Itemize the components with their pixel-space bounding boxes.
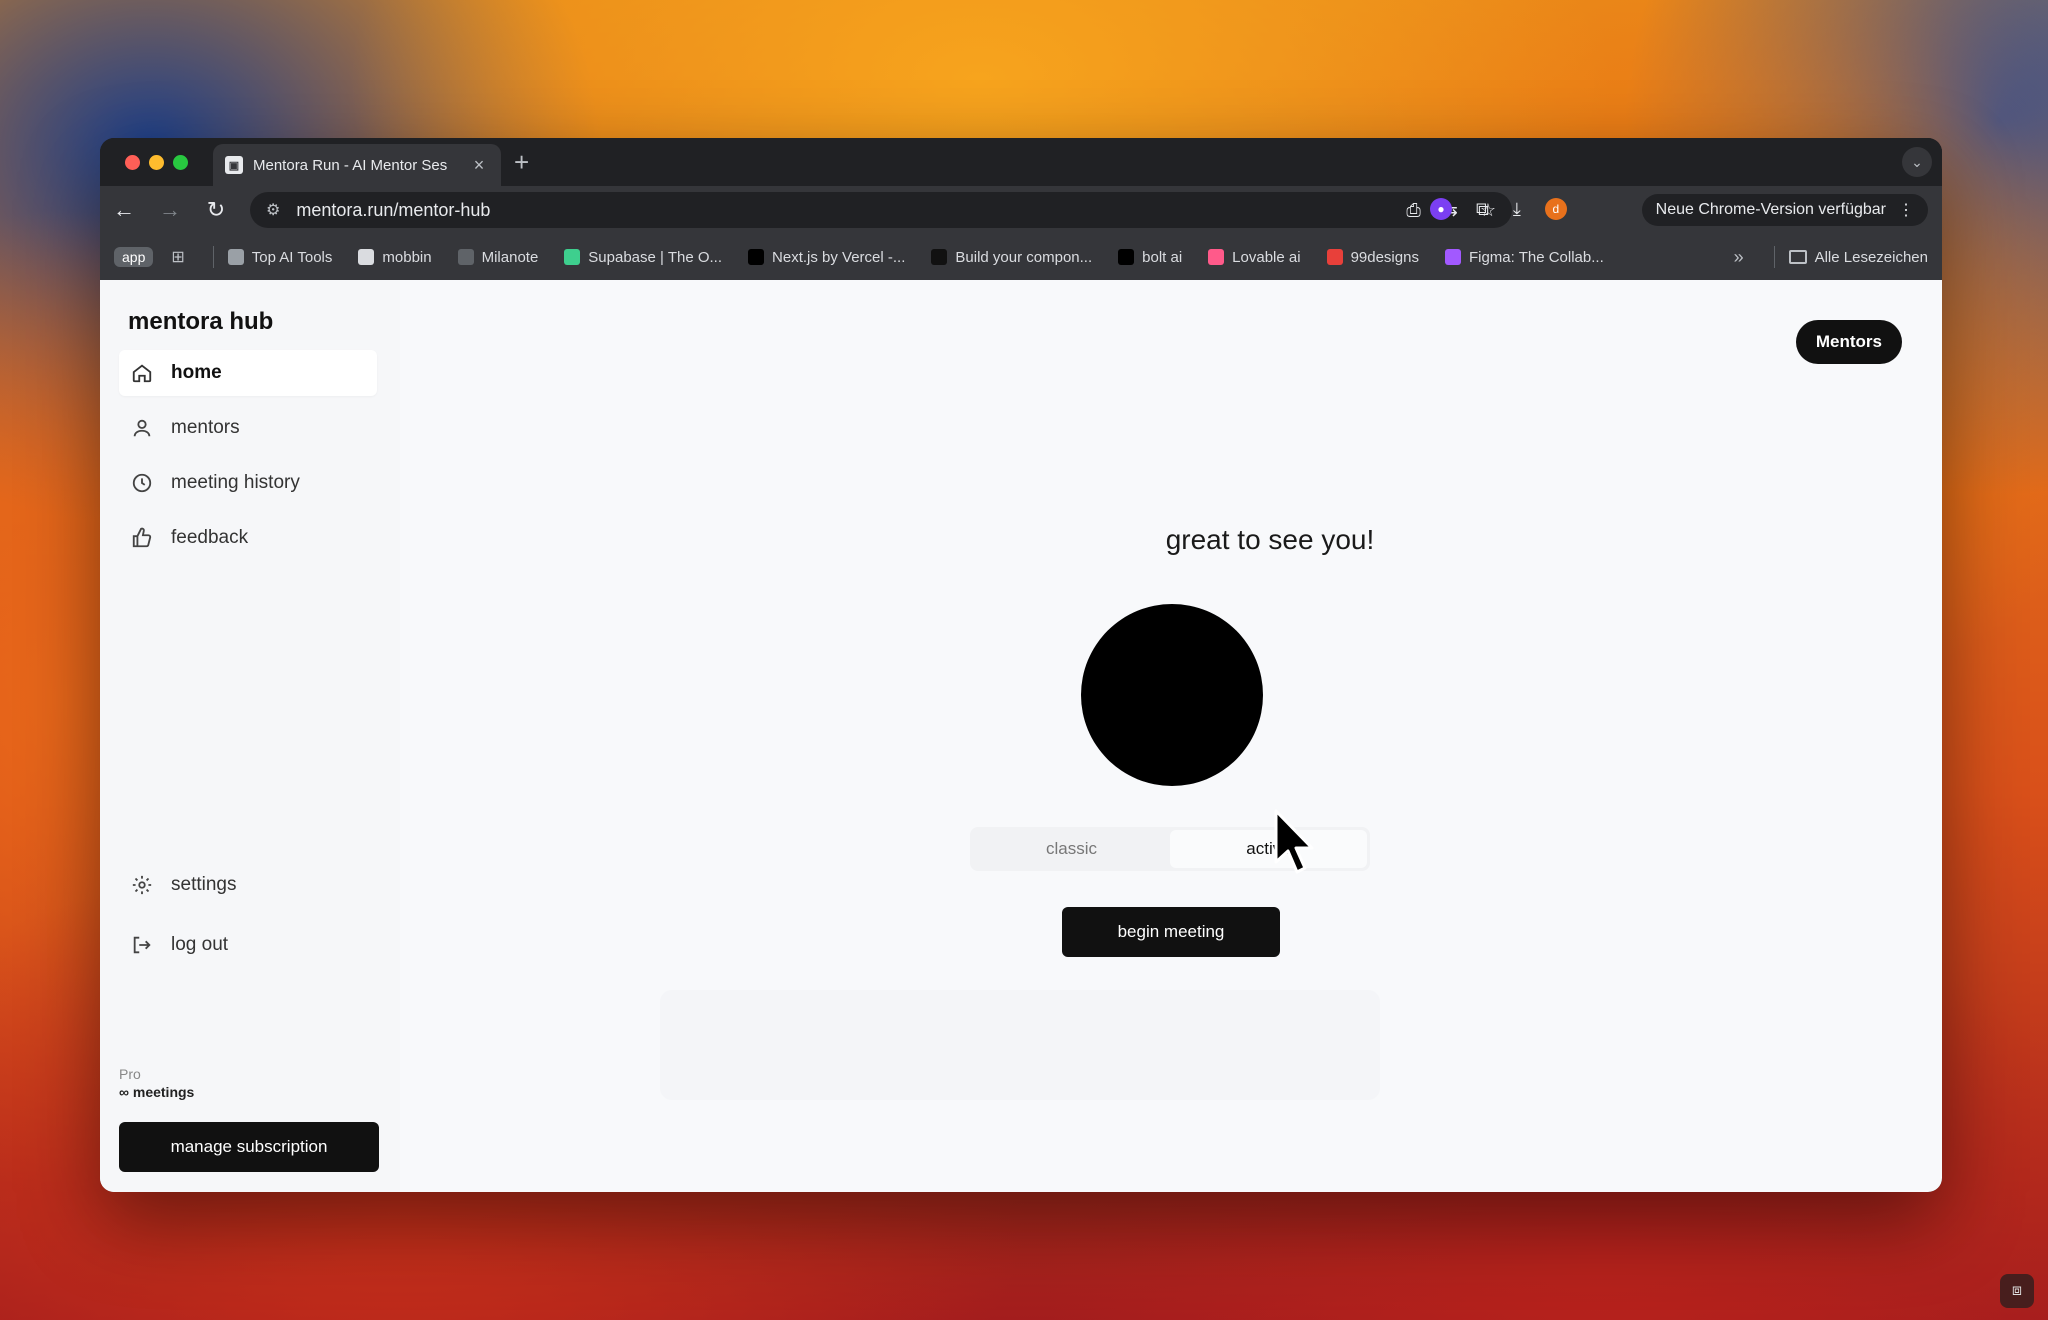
forward-icon[interactable]: → xyxy=(156,196,184,224)
bookmark-item[interactable]: bolt ai xyxy=(1118,249,1182,266)
bookmark-label: Top AI Tools xyxy=(251,248,333,266)
bookmark-label: bolt ai xyxy=(1142,248,1183,266)
sidebar-item-settings[interactable]: settings xyxy=(119,862,377,908)
sidebar-item-label: meeting history xyxy=(171,472,300,493)
bookmark-favicon-icon xyxy=(931,249,948,265)
plan-name: Pro xyxy=(119,1066,141,1082)
begin-meeting-button[interactable]: begin meeting xyxy=(1062,907,1280,957)
bookmark-favicon-icon xyxy=(358,249,375,265)
bookmark-favicon-icon xyxy=(1208,249,1225,265)
bookmark-list: Top AI Tools mobbin Milanote Supabase | The… xyxy=(227,248,1630,266)
greeting-heading: great to see you! xyxy=(1165,524,1375,555)
manage-subscription-button[interactable]: manage subscription xyxy=(119,1122,379,1172)
all-bookmarks-button[interactable]: Alle Lesezeichen xyxy=(1788,248,1928,266)
clock-icon xyxy=(129,470,155,496)
reload-icon[interactable]: ↻ xyxy=(202,196,230,224)
tab-search-icon[interactable]: ⌄ xyxy=(1902,147,1932,177)
sidebar-item-label: feedback xyxy=(171,527,249,548)
user-icon xyxy=(129,415,155,441)
extensions-puzzle-icon[interactable]: ⧉ xyxy=(1476,199,1489,220)
bookmark-item[interactable]: Build your compon... xyxy=(931,249,1092,266)
browser-window: ▣ Mentora Run - AI Mentor Ses × + ⌄ ← → … xyxy=(100,138,1942,1192)
download-icon[interactable]: ⤓ xyxy=(1513,199,1521,220)
bookmark-label: Next.js by Vercel -... xyxy=(772,248,906,266)
all-bookmarks-label: Alle Lesezeichen xyxy=(1814,248,1928,266)
bookmark-label: Lovable ai xyxy=(1232,248,1301,266)
bookmark-favicon-icon xyxy=(1444,249,1461,265)
bookmark-label: mobbin xyxy=(382,248,432,266)
install-app-icon[interactable]: ⎙ xyxy=(1406,200,1420,221)
close-window-button[interactable] xyxy=(125,155,140,170)
apps-grid-icon[interactable]: ⊞ xyxy=(171,247,184,267)
extension-icon[interactable]: ● xyxy=(1430,198,1452,220)
mentor-orb[interactable] xyxy=(1081,604,1263,786)
tab-title: Mentora Run - AI Mentor Ses xyxy=(253,156,448,174)
browser-toolbar: ← → ↻ ⚙ mentora.run/mentor-hub ⎙ ⇆ ☆ ● ⧉… xyxy=(100,186,1942,234)
bookmarks-bar: app ⊞ Top AI Tools mobbin Milanote Supabase… xyxy=(100,234,1942,280)
sidebar-item-mentors[interactable]: mentors xyxy=(119,405,377,451)
bookmarks-overflow-icon[interactable]: » xyxy=(1734,247,1744,268)
new-tab-button[interactable]: + xyxy=(514,148,529,176)
thumbs-up-icon xyxy=(129,525,155,551)
logout-icon xyxy=(129,932,155,958)
bookmark-item[interactable]: Supabase | The O... xyxy=(564,249,722,266)
bookmark-label: Build your compon... xyxy=(955,248,1093,266)
sidebar-item-label: mentors xyxy=(171,417,240,438)
minimize-window-button[interactable] xyxy=(149,155,164,170)
bookmark-app[interactable]: app xyxy=(114,247,154,267)
bookmark-label: Figma: The Collab... xyxy=(1468,248,1604,266)
sidebar: mentora hub home mentors meeting history xyxy=(100,280,400,1192)
bookmark-item[interactable]: 99designs xyxy=(1326,248,1419,266)
update-label: Neue Chrome-Version verfügbar xyxy=(1655,201,1886,218)
url-text: mentora.run/mentor-hub xyxy=(296,199,491,220)
faded-panel xyxy=(660,990,1380,1100)
bookmark-favicon-icon xyxy=(564,249,581,265)
mouse-cursor-icon xyxy=(1274,809,1314,874)
tab-close-icon[interactable]: × xyxy=(469,155,489,176)
bookmark-separator xyxy=(1773,246,1775,268)
sidebar-item-label: log out xyxy=(171,934,229,955)
bookmark-label: Milanote xyxy=(481,248,539,266)
plan-meetings: ∞ meetings xyxy=(119,1084,195,1100)
site-settings-icon[interactable]: ⚙ xyxy=(266,200,280,220)
mentors-button[interactable]: Mentors xyxy=(1795,320,1902,364)
bookmark-item[interactable]: Milanote xyxy=(457,248,539,266)
tab-strip: ▣ Mentora Run - AI Mentor Ses × + ⌄ xyxy=(100,138,1942,186)
brand-title: mentora hub xyxy=(128,308,274,335)
bookmark-item[interactable]: Lovable ai xyxy=(1208,248,1301,266)
bookmark-favicon-icon xyxy=(227,249,244,265)
maximize-window-button[interactable] xyxy=(173,155,188,170)
bookmark-favicon-icon xyxy=(1118,249,1135,265)
page-content: mentora hub home mentors meeting history xyxy=(100,280,1942,1192)
screen-capture-icon[interactable]: ⧈ xyxy=(2000,1274,2034,1308)
back-icon[interactable]: ← xyxy=(110,196,138,224)
sidebar-item-label: home xyxy=(171,362,222,383)
bookmark-item[interactable]: Next.js by Vercel -... xyxy=(748,249,905,266)
folder-icon xyxy=(1788,250,1807,264)
bookmark-label: Supabase | The O... xyxy=(588,248,723,266)
bookmark-item[interactable]: mobbin xyxy=(358,248,432,266)
mode-active[interactable]: active xyxy=(1170,830,1367,868)
bookmark-favicon-icon xyxy=(748,249,765,265)
bookmark-item[interactable]: Top AI Tools xyxy=(227,248,333,266)
bookmark-item[interactable]: Figma: The Collab... xyxy=(1444,248,1604,266)
sidebar-item-home[interactable]: home xyxy=(119,350,377,396)
more-menu-icon[interactable]: ⋮ xyxy=(1898,200,1914,220)
bookmark-label: 99designs xyxy=(1350,248,1419,266)
sidebar-item-feedback[interactable]: feedback xyxy=(119,515,377,561)
tab-favicon-icon: ▣ xyxy=(225,156,243,174)
sidebar-item-label: settings xyxy=(171,874,237,895)
bookmark-favicon-icon xyxy=(457,249,474,265)
sidebar-item-logout[interactable]: log out xyxy=(119,922,377,968)
address-bar[interactable]: ⚙ mentora.run/mentor-hub ⎙ ⇆ ☆ xyxy=(250,192,1512,228)
chrome-update-button[interactable]: Neue Chrome-Version verfügbar ⋮ xyxy=(1641,194,1928,226)
browser-tab[interactable]: ▣ Mentora Run - AI Mentor Ses × xyxy=(213,144,501,186)
profile-avatar[interactable]: d xyxy=(1544,198,1567,220)
bookmark-favicon-icon xyxy=(1326,249,1343,265)
bookmark-separator xyxy=(212,246,214,268)
mode-classic[interactable]: classic xyxy=(973,830,1170,868)
gear-icon xyxy=(129,872,155,898)
home-icon xyxy=(129,360,155,386)
sidebar-item-meeting-history[interactable]: meeting history xyxy=(119,460,377,506)
